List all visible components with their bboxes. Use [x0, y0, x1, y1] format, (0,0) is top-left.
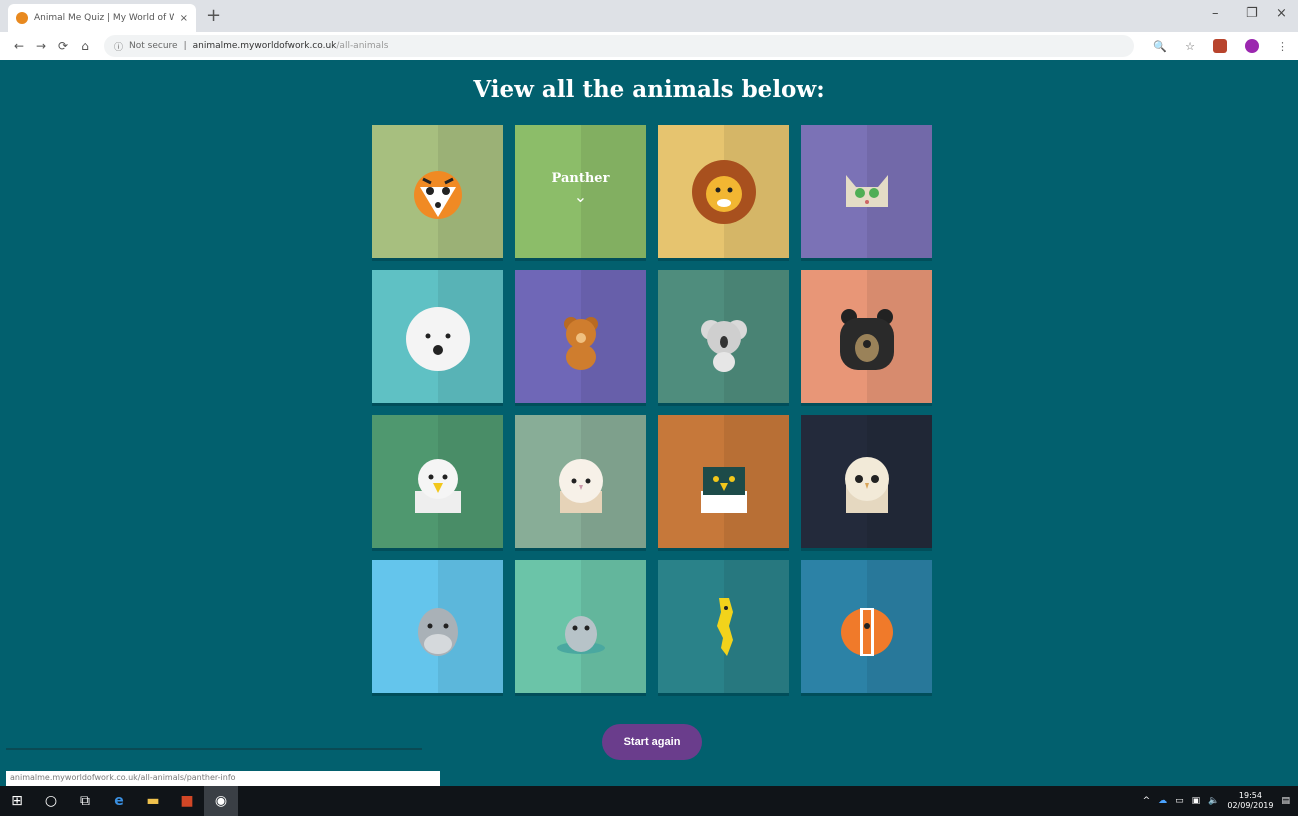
bookmark-star-icon[interactable]: ☆	[1185, 40, 1195, 53]
lion-icon	[689, 157, 759, 227]
info-icon[interactable]: ⓘ	[114, 40, 123, 53]
network-icon[interactable]: ▣	[1192, 796, 1201, 806]
minimize-button[interactable]: –	[1212, 6, 1219, 21]
menu-icon[interactable]: ⋮	[1277, 40, 1288, 53]
animal-tile[interactable]	[801, 415, 932, 548]
animal-tile[interactable]: Panther ⌄	[515, 125, 646, 258]
animal-tile[interactable]	[658, 270, 789, 403]
animal-tile[interactable]	[658, 125, 789, 258]
file-explorer-icon[interactable]: ▬	[136, 786, 170, 816]
zoom-icon[interactable]: 🔍	[1153, 40, 1167, 53]
profile-avatar[interactable]	[1245, 39, 1259, 53]
loading-bar	[6, 748, 422, 750]
barn-owl-icon	[546, 447, 616, 517]
chrome-icon[interactable]: ◉	[204, 786, 238, 816]
start-again-button[interactable]: Start again	[602, 724, 702, 760]
site-favicon-icon	[16, 12, 28, 24]
dolphin-icon	[403, 592, 473, 662]
notifications-icon[interactable]: ▤	[1281, 796, 1290, 806]
windows-start-icon[interactable]: ⊞	[0, 786, 34, 816]
reload-icon[interactable]: ⟳	[52, 39, 74, 53]
powerpoint-icon[interactable]: ■	[170, 786, 204, 816]
owl-icon	[832, 447, 902, 517]
taskbar: ⊞ ○ ⧉ e ▬ ■ ◉ ^ ☁ ▭ ▣ 🔈 19:54 02/09/2019…	[0, 786, 1298, 816]
animal-tile[interactable]	[372, 415, 503, 548]
new-tab-button[interactable]: +	[206, 6, 221, 26]
falcon-icon	[689, 447, 759, 517]
status-url: animalme.myworldofwork.co.uk/all-animals…	[6, 771, 440, 786]
page-title: View all the animals below:	[473, 76, 825, 103]
forward-icon[interactable]: →	[30, 39, 52, 53]
animal-tile[interactable]	[801, 270, 932, 403]
animal-tile[interactable]	[658, 415, 789, 548]
task-view-icon[interactable]: ⧉	[68, 786, 102, 816]
teddy-bear-icon	[546, 302, 616, 372]
home-icon[interactable]: ⌂	[74, 39, 96, 53]
onedrive-icon[interactable]: ☁	[1158, 796, 1167, 806]
restore-button[interactable]: ❐	[1246, 6, 1258, 21]
animal-tile[interactable]	[515, 270, 646, 403]
clock[interactable]: 19:54 02/09/2019	[1227, 791, 1273, 811]
animal-tile[interactable]	[372, 270, 503, 403]
system-tray: ^ ☁ ▭ ▣ 🔈 19:54 02/09/2019 ▤	[1143, 786, 1290, 816]
animal-tile[interactable]	[801, 560, 932, 693]
animal-tile[interactable]	[515, 415, 646, 548]
koala-icon	[689, 302, 759, 372]
animal-tile[interactable]	[801, 125, 932, 258]
tray-chevron-icon[interactable]: ^	[1143, 796, 1151, 806]
chevron-down-icon: ⌄	[573, 187, 588, 206]
tiger-icon	[403, 157, 473, 227]
security-label: Not secure	[129, 41, 178, 51]
polar-bear-icon	[403, 302, 473, 372]
seahorse-icon	[689, 592, 759, 662]
tab-close-icon[interactable]: ×	[180, 13, 188, 24]
animal-tile[interactable]	[658, 560, 789, 693]
search-icon[interactable]: ○	[34, 786, 68, 816]
cat-icon	[832, 157, 902, 227]
seal-icon	[546, 592, 616, 662]
eagle-icon	[403, 447, 473, 517]
animal-tile[interactable]	[372, 560, 503, 693]
close-window-button[interactable]: ×	[1276, 6, 1287, 21]
tab-title: Animal Me Quiz | My World of Work	[34, 13, 174, 23]
address-bar[interactable]: ⓘ Not secure | animalme.myworldofwork.co…	[104, 35, 1134, 57]
url-text: animalme.myworldofwork.co.uk/all-animals	[192, 41, 389, 51]
browser-toolbar: ← → ⟳ ⌂ ⓘ Not secure | animalme.myworldo…	[0, 32, 1298, 60]
clownfish-icon	[832, 592, 902, 662]
battery-icon[interactable]: ▭	[1175, 796, 1184, 806]
browser-tab[interactable]: Animal Me Quiz | My World of Work ×	[8, 4, 196, 32]
edge-icon[interactable]: e	[102, 786, 136, 816]
back-icon[interactable]: ←	[8, 39, 30, 53]
animal-tile[interactable]	[515, 560, 646, 693]
volume-icon[interactable]: 🔈	[1208, 796, 1219, 806]
browser-tabstrip: Animal Me Quiz | My World of Work × + – …	[0, 0, 1298, 32]
toolbar-actions: 🔍 ☆ ⋮	[1153, 32, 1288, 60]
animal-tile[interactable]	[372, 125, 503, 258]
black-bear-icon	[832, 302, 902, 372]
tile-hover-label: Panther	[551, 171, 610, 186]
animal-grid: Panther ⌄	[372, 125, 932, 693]
extension-icon[interactable]	[1213, 39, 1227, 53]
